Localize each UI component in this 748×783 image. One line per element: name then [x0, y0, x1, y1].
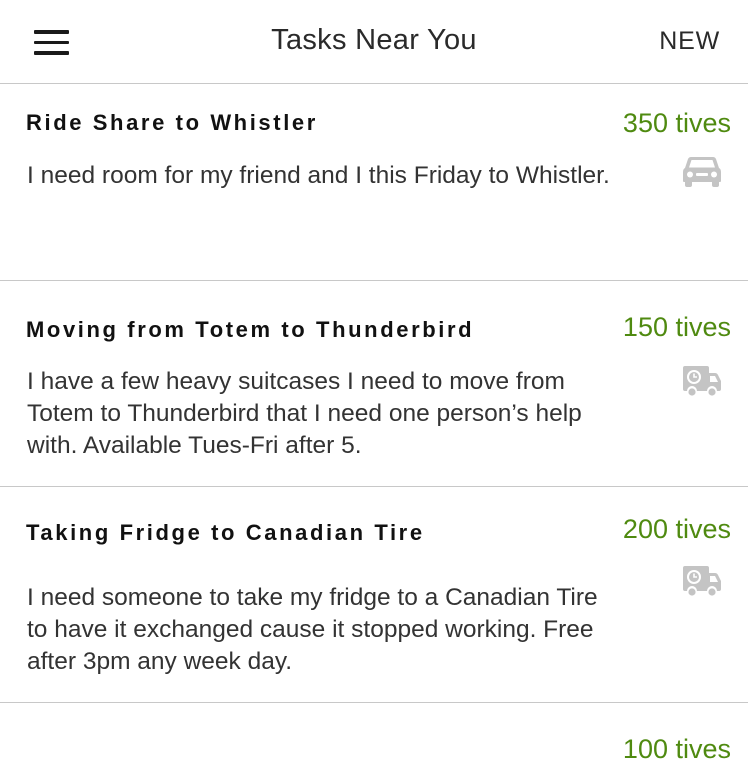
top-navigation-bar: Tasks Near You NEW — [0, 0, 748, 84]
task-list-item[interactable]: 100 tives — [0, 703, 748, 783]
task-title: Ride Share to Whistler — [26, 110, 318, 135]
task-price: 350 tives — [622, 108, 731, 138]
task-description: I need room for my friend and I this Fri… — [27, 162, 610, 189]
task-price: 100 tives — [622, 734, 731, 764]
task-description: I need someone to take my fridge to a Ca… — [27, 584, 598, 675]
delivery-truck-icon — [683, 366, 721, 396]
task-title: Taking Fridge to Canadian Tire — [26, 520, 425, 545]
task-list-item[interactable]: Ride Share to Whistler 350 tives I need … — [0, 84, 748, 281]
car-icon — [683, 157, 721, 187]
task-price: 200 tives — [622, 514, 731, 544]
task-price: 150 tives — [622, 312, 731, 342]
task-description: I have a few heavy suitcases I need to m… — [27, 368, 582, 459]
task-list-item[interactable]: Moving from Totem to Thunderbird 150 tiv… — [0, 281, 748, 487]
delivery-truck-icon — [683, 566, 721, 596]
page-title: Tasks Near You — [271, 24, 477, 56]
new-task-button[interactable]: NEW — [659, 27, 720, 56]
task-list-item[interactable]: Taking Fridge to Canadian Tire 200 tives… — [0, 487, 748, 703]
task-title: Moving from Totem to Thunderbird — [26, 317, 475, 342]
